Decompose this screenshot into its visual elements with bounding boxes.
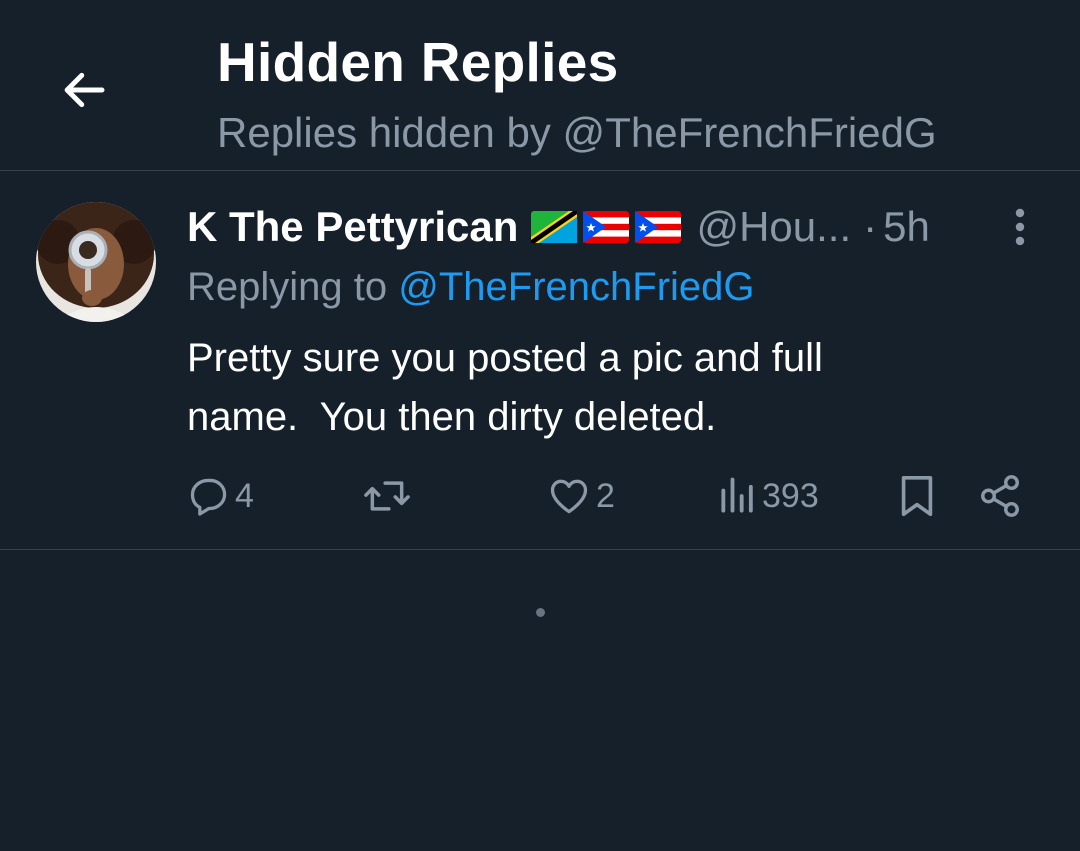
user-handle[interactable]: @Hou... [696, 201, 851, 253]
analytics-icon [721, 477, 753, 513]
more-options-button[interactable] [1000, 201, 1040, 253]
tweet-actions-bar: 4 2 393 [187, 471, 1047, 521]
tweet-body: Pretty sure you posted a pic and full na… [187, 336, 823, 439]
heart-icon [550, 479, 588, 514]
like-count: 2 [596, 476, 615, 515]
replying-to-line: Replying to @TheFrenchFriedG [187, 263, 755, 311]
loading-indicator [536, 608, 545, 617]
reply-count: 4 [235, 476, 254, 515]
page-title: Hidden Replies [217, 31, 619, 93]
back-button[interactable] [52, 58, 116, 122]
arrow-left-icon [64, 72, 105, 108]
page-subtitle: Replies hidden by @TheFrenchFriedG [217, 109, 937, 156]
flag-emojis [530, 210, 682, 244]
tweet-timestamp[interactable]: 5h [883, 203, 930, 251]
display-name[interactable]: K The Pettyrican [187, 201, 518, 253]
retweet-button[interactable] [363, 471, 415, 521]
views-button[interactable]: 393 [718, 471, 819, 521]
puerto-rico-flag-icon [583, 211, 630, 243]
bookmark-icon [901, 475, 933, 517]
reply-button[interactable]: 4 [187, 471, 254, 521]
top-app-bar: Hidden Replies Replies hidden by @TheFre… [0, 0, 1080, 171]
reply-icon [190, 478, 227, 516]
hidden-reply-tweet[interactable]: K The Pettyrican @Hou... · 5h Replying t… [0, 171, 1080, 550]
tanzania-flag-icon [531, 211, 578, 243]
replying-to-label: Replying to [187, 265, 399, 309]
view-count: 393 [762, 476, 819, 515]
bookmark-button[interactable] [897, 471, 937, 521]
hidden-replies-screen: Hidden Replies Replies hidden by @TheFre… [0, 0, 1080, 851]
puerto-rico-flag-icon [635, 211, 682, 243]
share-icon [981, 475, 1019, 517]
more-vertical-icon [1015, 208, 1025, 246]
share-button[interactable] [977, 471, 1023, 521]
retweet-icon [364, 481, 410, 511]
separator-dot: · [863, 203, 878, 250]
avatar[interactable] [36, 202, 156, 322]
reply-mention-link[interactable]: @TheFrenchFriedG [398, 265, 754, 309]
avatar-image [36, 202, 156, 322]
like-button[interactable]: 2 [546, 471, 615, 521]
tweet-header: K The Pettyrican @Hou... · 5h [187, 201, 930, 253]
